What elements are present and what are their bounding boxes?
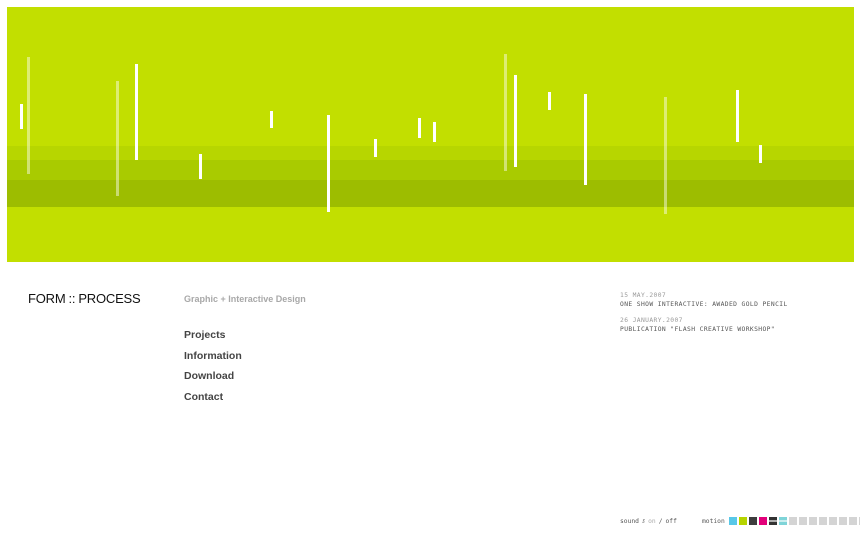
sound-off-toggle[interactable]: off	[665, 518, 676, 525]
motion-swatch[interactable]	[738, 517, 747, 525]
motion-swatch[interactable]	[798, 517, 807, 525]
news-date: 15 may.2007	[620, 292, 667, 299]
nav-item-information[interactable]: Information	[184, 350, 242, 371]
hero-line	[584, 94, 587, 185]
motion-swatch[interactable]	[758, 517, 767, 525]
hero-line	[504, 54, 507, 171]
hero-band	[7, 180, 854, 207]
motion-swatch[interactable]	[838, 517, 847, 525]
hero-line	[20, 104, 23, 129]
hero-line	[514, 75, 517, 167]
hero-line	[270, 111, 273, 128]
logo-separator: ::	[68, 291, 76, 306]
nav-item-download[interactable]: Download	[184, 370, 242, 391]
sound-control: sound 𝆍 on / off	[620, 516, 677, 526]
motion-swatch[interactable]	[818, 517, 827, 525]
hero-line	[374, 139, 377, 157]
motion-swatch[interactable]	[828, 517, 837, 525]
motion-swatch[interactable]	[808, 517, 817, 525]
news-item[interactable]: 26 january.2007 publication "flash creat…	[620, 316, 788, 334]
hero-line	[327, 115, 330, 212]
sound-on-toggle[interactable]: on	[648, 518, 656, 525]
motion-swatches	[728, 517, 860, 525]
motion-swatch[interactable]	[848, 517, 857, 525]
motion-swatch[interactable]	[788, 517, 797, 525]
hero-line	[736, 90, 739, 142]
hero-line	[27, 57, 30, 174]
site-logo[interactable]: FORM:: PROCESS	[28, 291, 141, 306]
tagline: Graphic + Interactive Design	[184, 294, 306, 304]
motion-swatch[interactable]	[728, 517, 737, 525]
motion-label: motion	[702, 517, 725, 525]
sound-label: sound	[620, 517, 639, 525]
logo-form: FORM	[28, 291, 66, 306]
motion-swatch[interactable]	[748, 517, 757, 525]
hero-line	[664, 97, 667, 214]
speaker-icon: 𝆍	[641, 516, 646, 525]
news-text: one show interactive: awaded gold pencil	[620, 301, 788, 308]
hero-banner	[7, 7, 854, 262]
nav-item-projects[interactable]: Projects	[184, 329, 242, 350]
news-text: publication "flash creative workshop"	[620, 326, 776, 333]
hero-line	[199, 154, 202, 179]
hero-line	[759, 145, 762, 163]
sound-separator: /	[658, 517, 663, 525]
hero-line	[418, 118, 421, 138]
news-item[interactable]: 15 may.2007 one show interactive: awaded…	[620, 291, 788, 309]
hero-line	[433, 122, 436, 142]
hero-line	[548, 92, 551, 110]
main-nav: Projects Information Download Contact	[184, 329, 242, 412]
nav-item-contact[interactable]: Contact	[184, 391, 242, 412]
motion-control: motion	[702, 516, 860, 526]
motion-swatch[interactable]	[768, 517, 777, 525]
hero-line	[135, 64, 138, 160]
news-list: 15 may.2007 one show interactive: awaded…	[620, 291, 788, 341]
hero-band	[7, 160, 854, 180]
motion-swatch[interactable]	[778, 517, 787, 525]
hero-line	[116, 81, 119, 196]
news-date: 26 january.2007	[620, 317, 683, 324]
logo-process: PROCESS	[78, 291, 141, 306]
